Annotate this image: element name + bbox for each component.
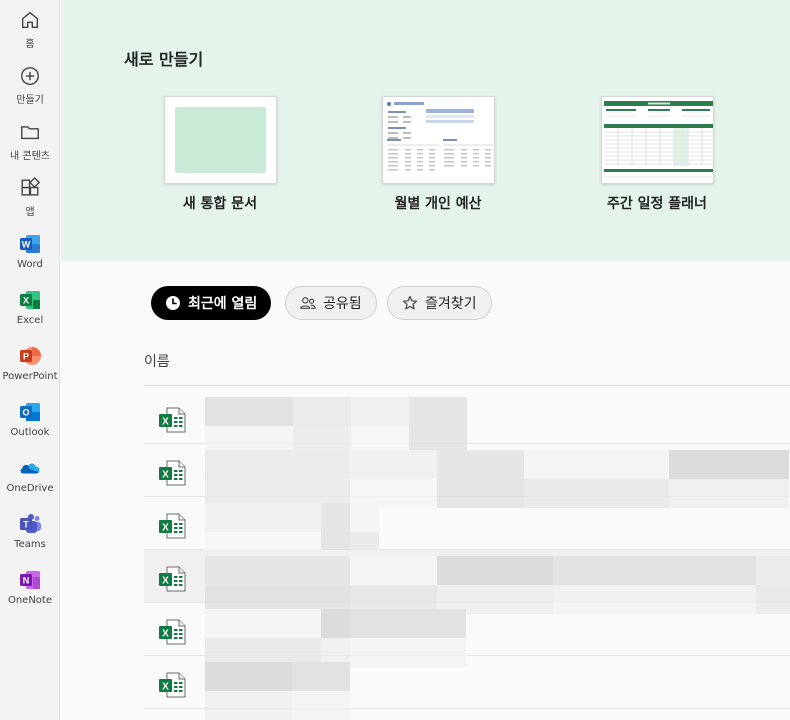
monthly-budget-thumbnail (381, 96, 495, 184)
blank-workbook-thumbnail (163, 96, 277, 184)
svg-text:N: N (23, 576, 30, 586)
excel-file-icon: X (158, 407, 186, 433)
file-row[interactable]: X (144, 391, 790, 455)
onenote-icon: N (18, 568, 42, 592)
svg-text:P: P (23, 352, 29, 362)
file-row[interactable]: X (144, 444, 790, 508)
svg-text:X: X (162, 470, 169, 481)
app-sidebar: 홈 만들기 내 콘텐츠 앱 W Word X Excel P PowerPoin… (0, 0, 60, 720)
word-icon: W (18, 232, 42, 256)
filter-favorites-label: 즐겨찾기 (425, 296, 477, 312)
excel-icon: X (18, 288, 42, 312)
excel-file-icon: X (158, 619, 186, 645)
create-new-section: 새로 만들기 새 통합 문서 월별 개인 예산 주간 일정 플래너 (61, 0, 790, 261)
nav-onedrive-label: OneDrive (6, 483, 54, 494)
excel-file-icon: X (158, 672, 186, 698)
create-new-title: 새로 만들기 (124, 50, 204, 69)
nav-excel-label: Excel (16, 315, 44, 326)
svg-text:X: X (162, 417, 169, 428)
template-blank-workbook-label: 새 통합 문서 (182, 196, 258, 212)
template-monthly-budget[interactable]: 월별 개인 예산 (363, 96, 513, 213)
template-blank-workbook[interactable]: 새 통합 문서 (145, 96, 295, 213)
teams-icon: T (18, 512, 42, 536)
nav-powerpoint-label: PowerPoint (2, 371, 58, 382)
star-icon (402, 295, 418, 311)
excel-file-icon: X (158, 513, 186, 539)
people-icon (300, 295, 316, 311)
outlook-icon: O (18, 400, 42, 424)
powerpoint-icon: P (18, 344, 42, 368)
file-row[interactable]: X (144, 656, 790, 720)
nav-outlook[interactable]: O Outlook (0, 398, 60, 450)
onedrive-icon (18, 456, 42, 480)
nav-word[interactable]: W Word (0, 230, 60, 282)
file-row[interactable]: X (144, 497, 790, 561)
filter-shared-button[interactable]: 공유됨 (285, 286, 377, 320)
add-circle-icon (18, 64, 42, 88)
nav-my-content[interactable]: 내 콘텐츠 (0, 118, 60, 170)
svg-text:T: T (23, 520, 29, 530)
nav-onenote-label: OneNote (7, 595, 53, 606)
nav-my-content-label: 내 콘텐츠 (10, 151, 50, 162)
svg-text:X: X (162, 576, 169, 587)
apps-icon (18, 176, 42, 200)
svg-text:X: X (162, 629, 169, 640)
template-weekly-planner[interactable]: 주간 일정 플래너 (582, 96, 732, 213)
nav-onenote[interactable]: N OneNote (0, 566, 60, 618)
nav-word-label: Word (17, 259, 43, 270)
clock-icon (165, 295, 181, 311)
nav-create-label: 만들기 (16, 95, 44, 106)
folder-icon (18, 120, 42, 144)
svg-text:X: X (23, 296, 29, 306)
nav-teams-label: Teams (14, 539, 46, 550)
filter-favorites-button[interactable]: 즐겨찾기 (387, 286, 492, 320)
nav-onedrive[interactable]: OneDrive (0, 454, 60, 506)
excel-file-icon: X (158, 566, 186, 592)
filter-recent-button[interactable]: 최근에 열림 (151, 286, 272, 320)
svg-text:X: X (162, 523, 169, 534)
header-divider (144, 385, 790, 386)
svg-text:X: X (162, 682, 169, 693)
nav-home[interactable]: 홈 (0, 6, 60, 58)
nav-teams[interactable]: T Teams (0, 510, 60, 562)
excel-file-icon: X (158, 460, 186, 486)
filter-recent-label: 최근에 열림 (188, 296, 258, 312)
svg-text:W: W (22, 240, 31, 250)
column-header-name[interactable]: 이름 (144, 351, 170, 371)
nav-apps[interactable]: 앱 (0, 174, 60, 226)
nav-apps-label: 앱 (25, 207, 35, 218)
svg-text:O: O (22, 408, 29, 418)
weekly-planner-thumbnail (600, 96, 714, 184)
filter-shared-label: 공유됨 (323, 296, 362, 312)
file-row[interactable]: X (144, 603, 790, 667)
nav-outlook-label: Outlook (10, 427, 50, 438)
template-monthly-budget-label: 월별 개인 예산 (394, 196, 482, 212)
nav-powerpoint[interactable]: P PowerPoint (0, 342, 60, 394)
file-row[interactable]: X (144, 550, 790, 614)
nav-create[interactable]: 만들기 (0, 62, 60, 114)
nav-excel[interactable]: X Excel (0, 286, 60, 338)
template-weekly-planner-label: 주간 일정 플래너 (607, 196, 707, 212)
nav-home-label: 홈 (25, 39, 35, 50)
home-icon (18, 8, 42, 32)
